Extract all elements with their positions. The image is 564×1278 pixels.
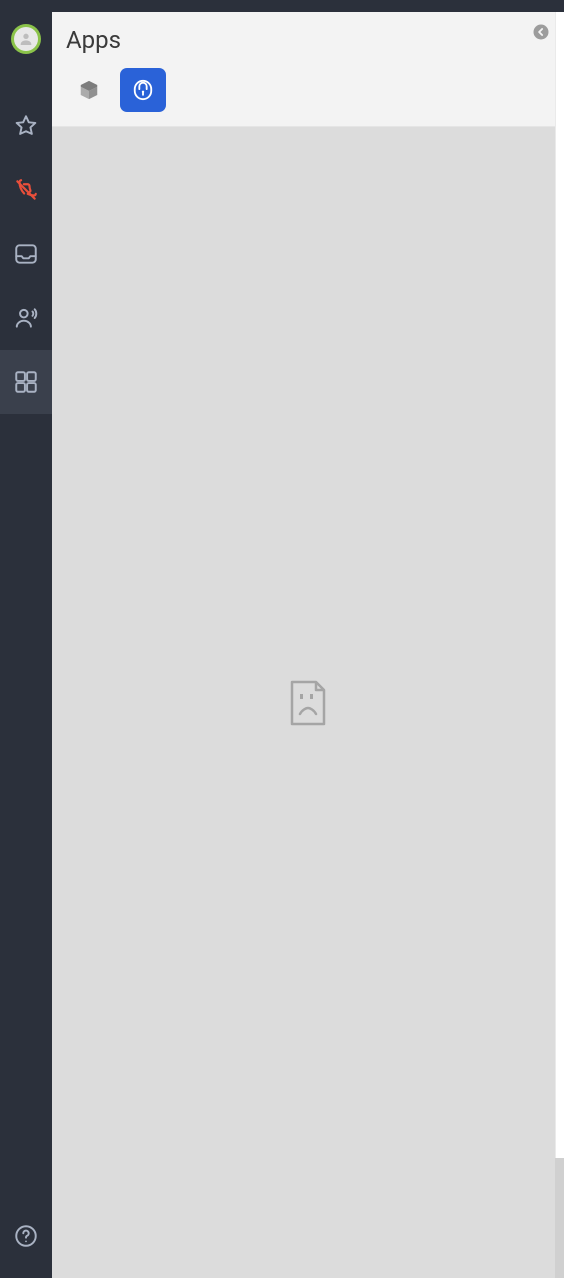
chevron-left-circle-icon — [532, 23, 550, 41]
content-area — [52, 127, 564, 1278]
avatar-inner — [14, 27, 38, 51]
sidebar-item-inbox[interactable] — [0, 222, 52, 286]
cube-icon — [78, 79, 100, 101]
apps-grid-icon — [13, 369, 39, 395]
collapse-button[interactable] — [532, 23, 550, 41]
app-tabs — [66, 68, 546, 112]
broken-page-icon — [288, 680, 328, 726]
sidebar-item-contacts[interactable] — [0, 286, 52, 350]
star-icon — [13, 113, 39, 139]
sidebar-item-favorites[interactable] — [0, 94, 52, 158]
panel-title: Apps — [66, 26, 546, 54]
phone-off-icon — [13, 177, 39, 203]
right-edge — [555, 12, 564, 1278]
scrollbar-thumb[interactable] — [555, 1158, 564, 1278]
app-root: Apps — [0, 0, 564, 1278]
inbox-icon — [13, 241, 39, 267]
sidebar — [0, 0, 52, 1278]
avatar[interactable] — [11, 24, 41, 54]
sidebar-item-apps[interactable] — [0, 350, 52, 414]
sidebar-item-help[interactable] — [0, 1204, 52, 1268]
window-top-strip — [0, 0, 564, 12]
panel-header: Apps — [52, 12, 564, 127]
person-speak-icon — [13, 305, 39, 331]
apps-panel: Apps — [52, 12, 564, 1278]
person-icon — [18, 31, 34, 47]
help-icon — [13, 1223, 39, 1249]
tab-box[interactable] — [66, 68, 112, 112]
sidebar-item-calls[interactable] — [0, 158, 52, 222]
lock-icon — [132, 79, 154, 101]
tab-secure[interactable] — [120, 68, 166, 112]
